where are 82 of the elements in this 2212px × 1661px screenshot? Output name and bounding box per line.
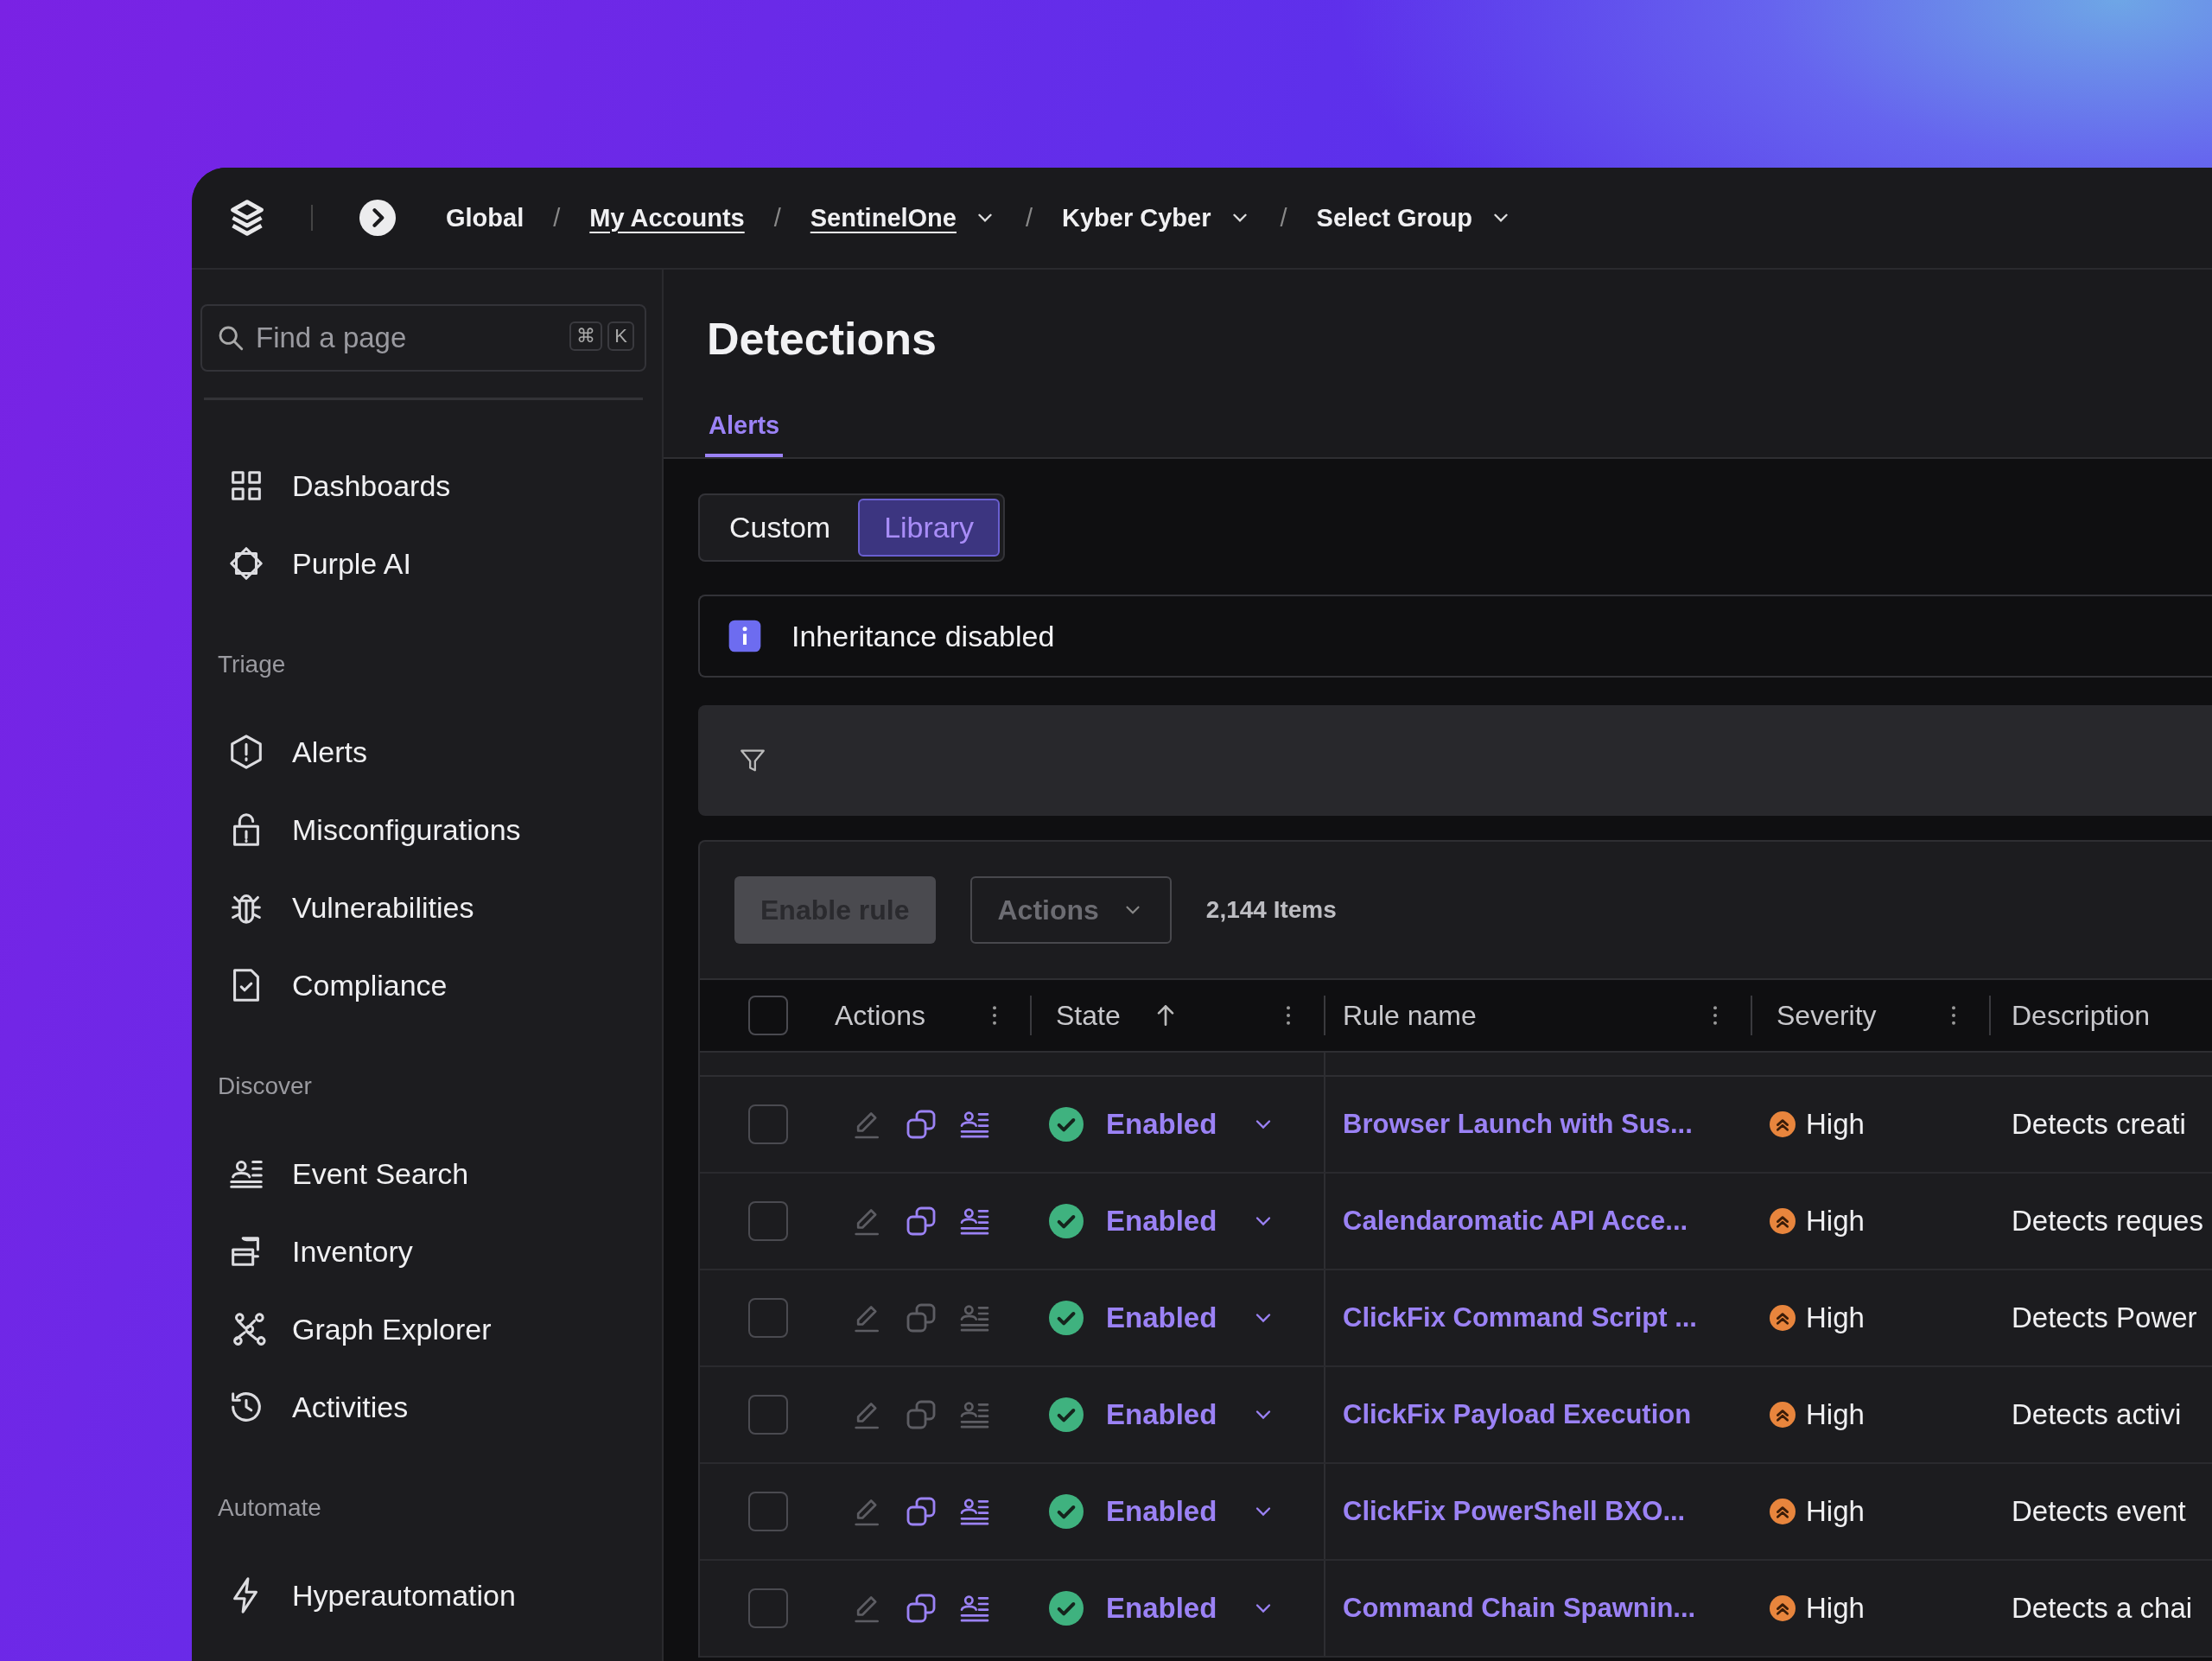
nav-item[interactable]: Alerts <box>200 713 646 791</box>
row-checkbox[interactable] <box>748 1395 788 1435</box>
state-dropdown[interactable]: Enabled <box>1106 1398 1217 1431</box>
logo-icon[interactable] <box>228 199 266 237</box>
severity-label: High <box>1806 1205 1865 1238</box>
severity-label: High <box>1806 1495 1865 1528</box>
column-header[interactable]: Severity <box>1777 999 1877 1032</box>
breadcrumb-link[interactable]: My Accounts <box>589 203 745 232</box>
check-circle-icon <box>1049 1591 1084 1626</box>
check-circle-icon <box>1049 1494 1084 1529</box>
severity-icon <box>1770 1402 1796 1428</box>
nav-item[interactable]: Misconfigurations <box>200 791 646 869</box>
breadcrumb-separator: / <box>1025 203 1033 232</box>
nav-item[interactable]: Dashboards <box>200 447 646 525</box>
severity-icon <box>1770 1499 1796 1524</box>
state-dropdown[interactable]: Enabled <box>1106 1495 1217 1528</box>
nav-item[interactable]: Graph Explorer <box>200 1290 646 1368</box>
check-circle-icon <box>1049 1204 1084 1238</box>
state-dropdown[interactable]: Enabled <box>1106 1108 1217 1141</box>
item-count: 2,144 Items <box>1205 896 1337 924</box>
severity-label: High <box>1806 1108 1865 1141</box>
state-dropdown[interactable]: Enabled <box>1106 1592 1217 1625</box>
nav-item[interactable]: Event Search <box>200 1135 646 1212</box>
rule-name-link[interactable]: ClickFix Payload Execution <box>1343 1399 1692 1430</box>
column-header[interactable]: Description <box>2012 999 2151 1032</box>
breadcrumb-separator: / <box>553 203 561 232</box>
shortcut-key: K <box>607 321 634 351</box>
state-dropdown[interactable]: Enabled <box>1106 1205 1217 1238</box>
state-dropdown[interactable]: Enabled <box>1106 1301 1217 1334</box>
breadcrumb-link[interactable]: SentinelOne <box>810 203 957 232</box>
section-heading: Automate <box>217 1494 322 1522</box>
page-title: Detections <box>706 313 938 366</box>
info-icon <box>728 619 762 653</box>
rule-name-link[interactable]: ClickFix Command Script ... <box>1343 1302 1697 1333</box>
row-checkbox[interactable] <box>748 1104 788 1144</box>
description-cell: Detects event <box>2012 1495 2186 1528</box>
tab[interactable]: Alerts <box>705 399 784 457</box>
shortcut-key: ⌘ <box>569 321 603 351</box>
severity-label: High <box>1806 1592 1865 1625</box>
nav-item[interactable]: Hyperautomation <box>200 1556 646 1634</box>
rule-name-link[interactable]: Calendaromatic API Acce... <box>1343 1206 1688 1237</box>
breadcrumb-link[interactable]: Select Group <box>1316 203 1473 232</box>
breadcrumb-link[interactable]: Kyber Cyber <box>1062 203 1211 232</box>
severity-icon <box>1770 1208 1796 1234</box>
row-checkbox[interactable] <box>748 1201 788 1241</box>
description-cell: Detects activi <box>2012 1398 2182 1431</box>
segment-button[interactable]: Library <box>858 499 1001 557</box>
breadcrumb-separator: / <box>1280 203 1287 232</box>
banner-text: Inheritance disabled <box>791 619 1055 653</box>
nav-item[interactable]: Purple AI <box>200 525 646 602</box>
rule-name-link[interactable]: ClickFix PowerShell BXO... <box>1343 1496 1686 1527</box>
section-heading: Triage <box>217 651 287 678</box>
row-checkbox[interactable] <box>748 1298 788 1338</box>
severity-icon <box>1770 1595 1796 1621</box>
description-cell: Detects creati <box>2012 1108 2186 1141</box>
rule-name-link[interactable]: Browser Launch with Sus... <box>1343 1109 1693 1140</box>
column-header[interactable]: Rule name <box>1343 999 1477 1032</box>
row-checkbox[interactable] <box>748 1588 788 1628</box>
section-heading: Discover <box>217 1072 313 1100</box>
rule-name-link[interactable]: Command Chain Spawnin... <box>1343 1593 1696 1624</box>
row-checkbox[interactable] <box>748 1492 788 1531</box>
column-header[interactable]: Actions <box>835 999 925 1032</box>
description-cell: Detects a chai <box>2012 1592 2193 1625</box>
severity-label: High <box>1806 1398 1865 1431</box>
nav-item[interactable]: Vulnerabilities <box>200 869 646 946</box>
severity-icon <box>1770 1305 1796 1331</box>
column-header[interactable]: State <box>1056 999 1121 1032</box>
description-cell: Detects Power <box>2012 1301 2197 1334</box>
check-circle-icon <box>1049 1301 1084 1335</box>
nav-item[interactable]: Inventory <box>200 1212 646 1290</box>
segment-button[interactable]: Custom <box>703 499 857 557</box>
description-cell: Detects reques <box>2012 1205 2203 1238</box>
nav-item[interactable]: Compliance <box>200 946 646 1024</box>
expand-icon[interactable] <box>359 200 396 236</box>
check-circle-icon <box>1049 1397 1084 1432</box>
breadcrumb-separator: / <box>773 203 781 232</box>
select-all-checkbox[interactable] <box>748 996 788 1035</box>
severity-icon <box>1770 1111 1796 1137</box>
nav-item[interactable]: Activities <box>200 1368 646 1446</box>
severity-label: High <box>1806 1301 1865 1334</box>
check-circle-icon <box>1049 1107 1084 1142</box>
breadcrumb-link[interactable]: Global <box>446 203 524 232</box>
